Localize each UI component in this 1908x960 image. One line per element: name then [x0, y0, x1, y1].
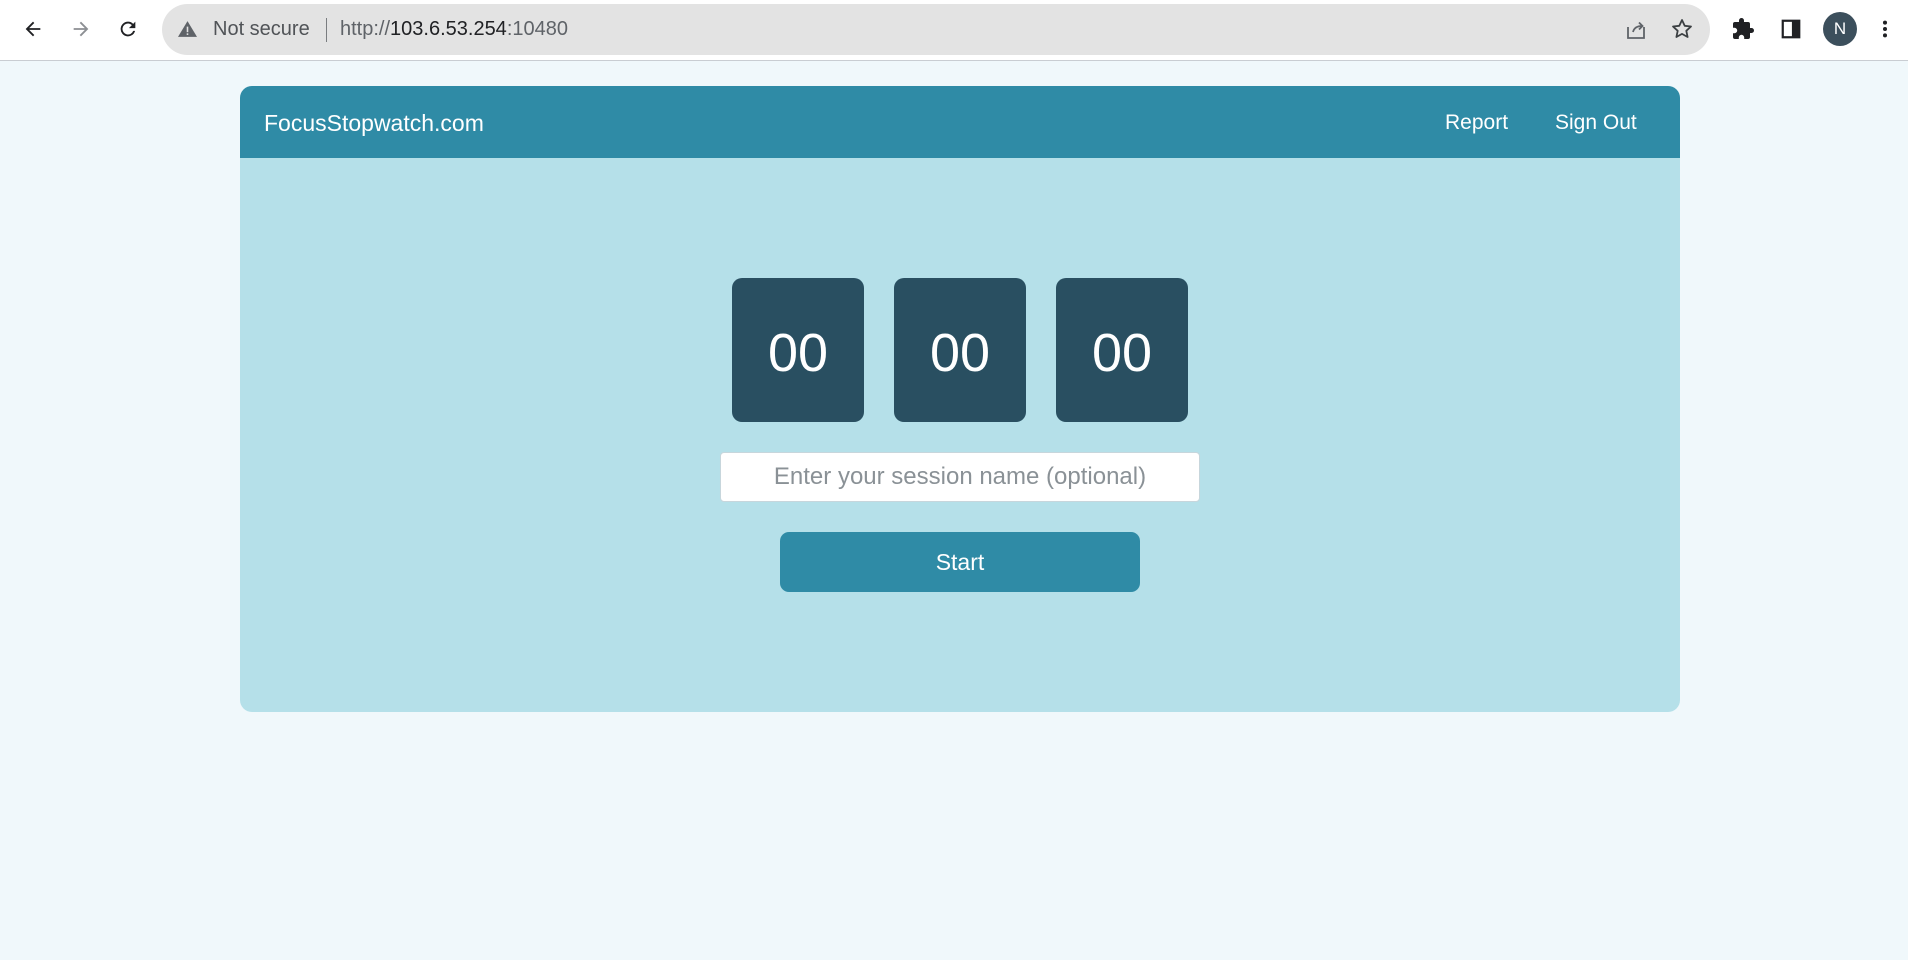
- warning-icon: [178, 20, 197, 43]
- divider: [326, 18, 327, 42]
- timer-seconds: 00: [1056, 278, 1188, 422]
- kebab-menu-icon[interactable]: [1868, 12, 1902, 46]
- nav-link-sign-out[interactable]: Sign Out: [1555, 86, 1637, 160]
- url-scheme: http://: [340, 18, 391, 40]
- url-port: :10480: [506, 18, 568, 40]
- stopwatch-card: FocusStopwatch.com Report Sign Out 00 00…: [240, 86, 1680, 712]
- extensions-puzzle-icon[interactable]: [1726, 12, 1760, 46]
- session-name-input[interactable]: [720, 452, 1200, 502]
- reload-icon[interactable]: [111, 12, 145, 46]
- url-text[interactable]: http://103.6.53.254:10480: [340, 4, 568, 55]
- site-brand-link[interactable]: FocusStopwatch.com: [264, 86, 484, 160]
- star-icon[interactable]: [1670, 17, 1694, 46]
- security-label[interactable]: Not secure: [213, 4, 310, 55]
- start-button[interactable]: Start: [780, 532, 1140, 592]
- forward-arrow-icon[interactable]: [64, 12, 98, 46]
- address-bar[interactable]: Not secure http://103.6.53.254:10480: [162, 4, 1710, 55]
- back-arrow-icon[interactable]: [16, 12, 50, 46]
- site-navbar: FocusStopwatch.com Report Sign Out: [240, 86, 1680, 158]
- share-icon[interactable]: [1624, 18, 1648, 47]
- timer-minutes: 00: [894, 278, 1026, 422]
- profile-avatar[interactable]: N: [1823, 12, 1857, 46]
- timer-hours: 00: [732, 278, 864, 422]
- url-host: 103.6.53.254: [390, 18, 507, 40]
- nav-link-report[interactable]: Report: [1445, 86, 1508, 160]
- browser-toolbar: Not secure http://103.6.53.254:10480 N: [0, 0, 1908, 61]
- side-panel-icon[interactable]: [1774, 12, 1808, 46]
